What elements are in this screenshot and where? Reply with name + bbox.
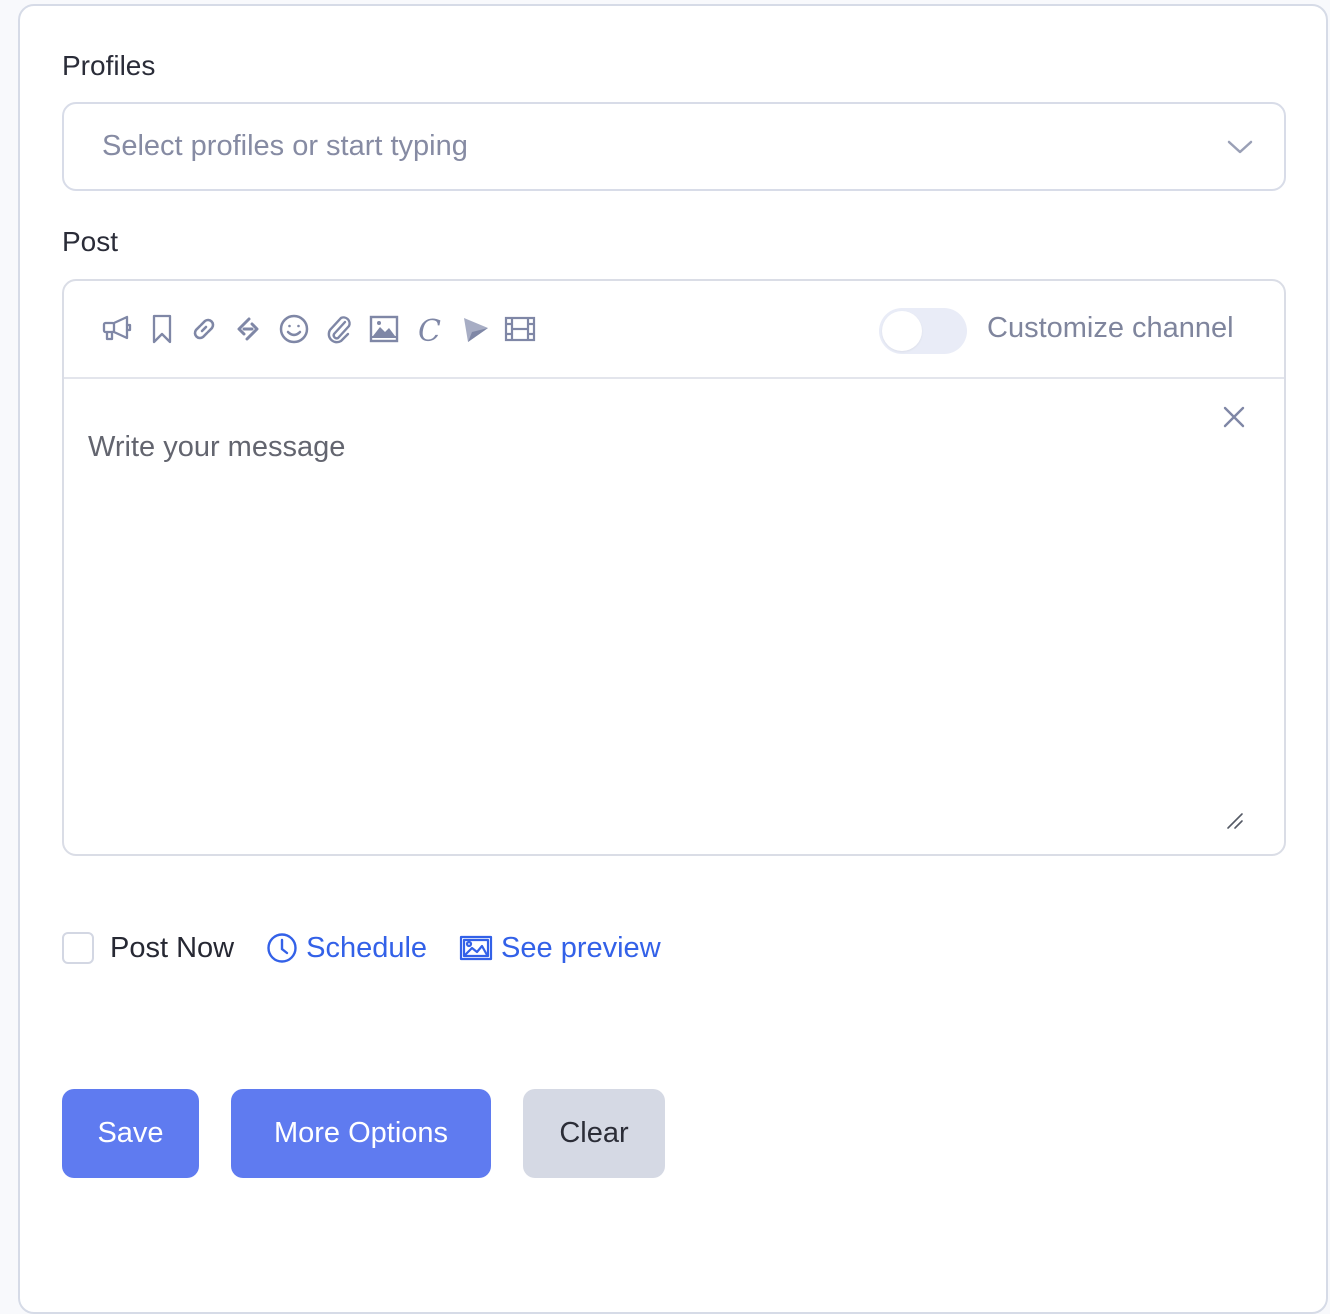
bookmark-icon[interactable] xyxy=(144,311,180,347)
see-preview-link[interactable]: See preview xyxy=(459,932,661,965)
post-label: Post xyxy=(62,226,118,258)
post-editor: C xyxy=(62,279,1286,856)
toggle-knob xyxy=(882,311,922,351)
resize-handle-icon[interactable] xyxy=(1226,812,1244,830)
editor-toolbar: C xyxy=(64,281,1284,379)
close-icon[interactable] xyxy=(1222,405,1246,429)
clear-button[interactable]: Clear xyxy=(523,1089,665,1178)
post-now-checkbox[interactable] xyxy=(62,932,94,964)
schedule-link[interactable]: Schedule xyxy=(266,932,427,965)
compose-card: Profiles Select profiles or start typing… xyxy=(18,4,1328,1314)
profiles-placeholder: Select profiles or start typing xyxy=(102,130,468,163)
film-icon[interactable] xyxy=(502,311,538,347)
chevron-down-icon xyxy=(1226,138,1254,156)
link-icon[interactable] xyxy=(186,311,222,347)
post-options-row: Post Now Schedule See preview xyxy=(62,926,661,970)
clock-icon xyxy=(266,932,298,964)
post-now-label[interactable]: Post Now xyxy=(110,932,234,965)
message-textarea[interactable]: Write your message xyxy=(64,379,1284,854)
customize-channel-toggle[interactable] xyxy=(879,308,967,354)
customize-channel-label: Customize channel xyxy=(987,312,1234,345)
profiles-label: Profiles xyxy=(62,50,155,82)
image-preview-icon xyxy=(459,934,493,962)
message-placeholder: Write your message xyxy=(88,431,345,464)
more-options-button[interactable]: More Options xyxy=(231,1089,491,1178)
emoji-icon[interactable] xyxy=(276,311,312,347)
save-button[interactable]: Save xyxy=(62,1089,199,1178)
profiles-select[interactable]: Select profiles or start typing xyxy=(62,102,1286,191)
canva-icon[interactable]: C xyxy=(411,311,447,347)
play-icon[interactable] xyxy=(457,311,493,347)
see-preview-label: See preview xyxy=(501,932,661,965)
image-icon[interactable] xyxy=(366,311,402,347)
megaphone-icon[interactable] xyxy=(100,311,136,347)
svg-text:C: C xyxy=(418,314,441,346)
schedule-label: Schedule xyxy=(306,932,427,965)
shortlink-icon[interactable] xyxy=(230,311,266,347)
paperclip-icon[interactable] xyxy=(321,311,357,347)
